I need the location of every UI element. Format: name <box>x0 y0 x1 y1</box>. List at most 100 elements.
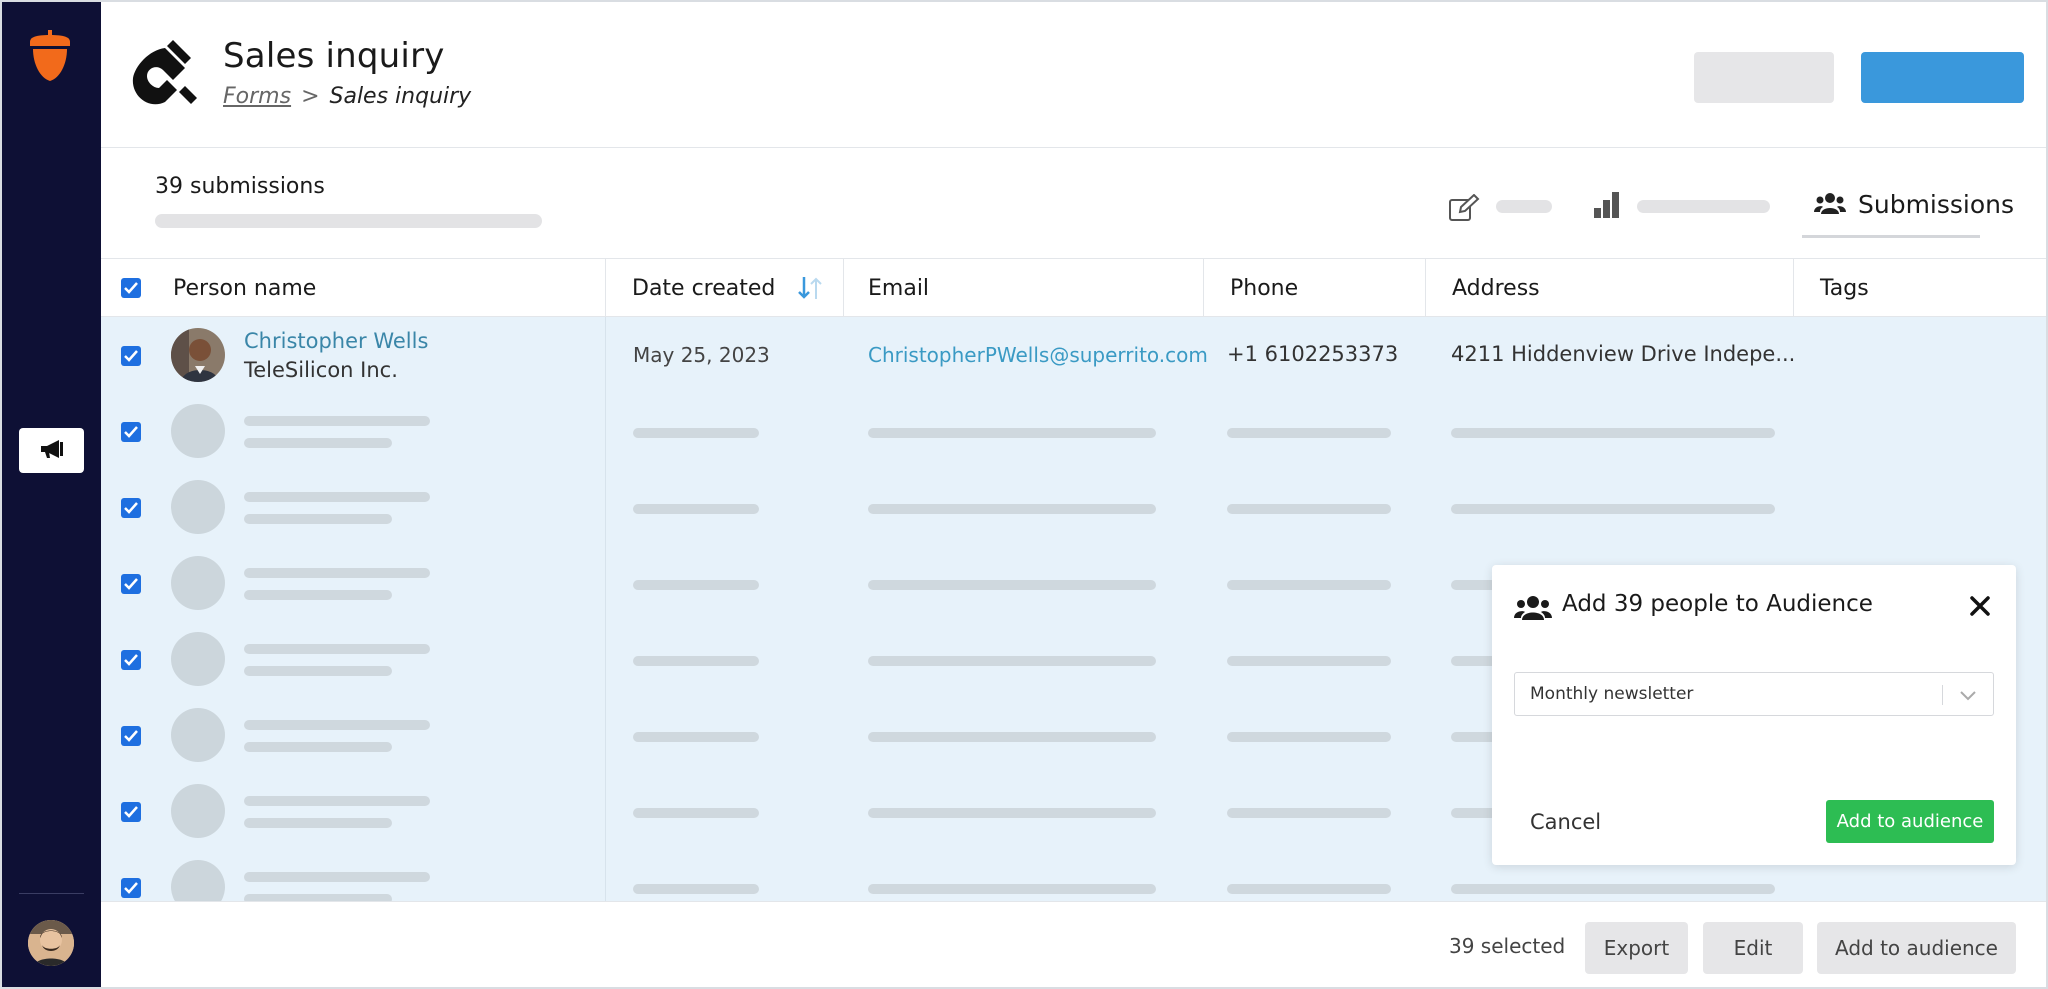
row-checkbox[interactable] <box>121 802 141 822</box>
tab-stats-placeholder[interactable] <box>1637 200 1770 213</box>
select-divider <box>1942 685 1943 705</box>
name-placeholder <box>244 492 430 502</box>
primary-action-button[interactable] <box>1861 52 2024 103</box>
date-created-cell: May 25, 2023 <box>633 343 770 367</box>
phone-placeholder <box>1227 428 1391 438</box>
company-placeholder <box>244 742 392 752</box>
company-placeholder <box>244 818 392 828</box>
email-placeholder <box>868 884 1156 894</box>
date-placeholder <box>633 580 759 590</box>
phone-placeholder <box>1227 884 1391 894</box>
name-placeholder <box>244 720 430 730</box>
row-checkbox[interactable] <box>121 346 141 366</box>
row-checkbox[interactable] <box>121 422 141 442</box>
audience-select[interactable]: Monthly newsletter <box>1514 672 1994 716</box>
date-placeholder <box>633 428 759 438</box>
person-name-link[interactable]: Christopher Wells <box>244 329 428 353</box>
edit-button[interactable]: Edit <box>1703 922 1803 974</box>
row-checkbox[interactable] <box>121 726 141 746</box>
date-placeholder <box>633 884 759 894</box>
address-placeholder <box>1451 884 1775 894</box>
audience-select-value: Monthly newsletter <box>1530 684 1694 704</box>
breadcrumb-link-forms[interactable]: Forms <box>223 84 291 109</box>
row-checkbox[interactable] <box>121 574 141 594</box>
close-icon[interactable] <box>1967 593 1993 619</box>
sidebar-divider <box>19 893 84 894</box>
name-placeholder <box>244 872 430 882</box>
phone-placeholder <box>1227 656 1391 666</box>
add-to-audience-dialog: Add 39 people to Audience Monthly newsle… <box>1492 565 2016 865</box>
avatar-placeholder <box>171 632 225 686</box>
table-row[interactable]: Christopher Wells TeleSilicon Inc. May 2… <box>101 317 2046 393</box>
confirm-add-to-audience-button[interactable]: Add to audience <box>1826 800 1994 843</box>
sidebar <box>2 2 101 987</box>
table-header: Person name Date created Email Phone Add… <box>101 259 2046 317</box>
phone-cell: +1 6102253373 <box>1227 342 1399 366</box>
email-link[interactable]: ChristopherPWells@superrito.com <box>868 343 1208 367</box>
column-header-phone[interactable]: Phone <box>1203 259 1425 317</box>
avatar-placeholder <box>171 404 225 458</box>
column-header-email[interactable]: Email <box>843 259 1203 317</box>
export-button[interactable]: Export <box>1585 922 1688 974</box>
column-header-tags[interactable]: Tags <box>1793 259 2046 317</box>
date-placeholder <box>633 504 759 514</box>
row-checkbox[interactable] <box>121 650 141 670</box>
user-avatar[interactable] <box>28 920 74 966</box>
sort-icon[interactable] <box>796 275 824 307</box>
dialog-title: Add 39 people to Audience <box>1562 591 1873 617</box>
company-placeholder <box>244 514 392 524</box>
phone-placeholder <box>1227 732 1391 742</box>
email-placeholder <box>868 732 1156 742</box>
email-placeholder <box>868 504 1156 514</box>
avatar-placeholder <box>171 480 225 534</box>
add-to-audience-button[interactable]: Add to audience <box>1817 922 2016 974</box>
phone-placeholder <box>1227 504 1391 514</box>
row-checkbox[interactable] <box>121 878 141 898</box>
person-company: TeleSilicon Inc. <box>244 358 398 382</box>
row-checkbox[interactable] <box>121 498 141 518</box>
select-all-checkbox[interactable] <box>121 278 141 298</box>
submission-count: 39 submissions <box>155 174 325 199</box>
acorn-icon[interactable] <box>26 28 74 84</box>
table-row[interactable] <box>101 469 2046 545</box>
bar-chart-icon[interactable] <box>1592 190 1622 220</box>
name-placeholder <box>244 416 430 426</box>
magnet-icon <box>127 40 197 110</box>
people-icon <box>1514 594 1552 622</box>
megaphone-icon <box>39 439 65 463</box>
cancel-button[interactable]: Cancel <box>1530 810 1601 834</box>
campaigns-nav-button[interactable] <box>19 428 84 473</box>
loading-placeholder-bar <box>155 214 542 228</box>
date-placeholder <box>633 808 759 818</box>
app-window: Sales inquiry Forms > Sales inquiry 39 sub… <box>0 0 2048 989</box>
edit-icon[interactable] <box>1448 193 1480 222</box>
column-header-name[interactable]: Person name <box>173 259 405 317</box>
breadcrumb: Forms > Sales inquiry <box>223 84 471 109</box>
chevron-down-icon[interactable] <box>1957 685 1979 705</box>
name-placeholder <box>244 568 430 578</box>
breadcrumb-separator: > <box>301 84 320 109</box>
email-placeholder <box>868 428 1156 438</box>
address-cell: 4211 Hiddenview Drive Indepe... <box>1451 342 1796 366</box>
address-placeholder <box>1451 428 1775 438</box>
table-row[interactable] <box>101 393 2046 469</box>
company-placeholder <box>244 666 392 676</box>
address-placeholder <box>1451 504 1775 514</box>
person-avatar <box>171 328 225 382</box>
submissions-toolbar: 39 submissions Submissions <box>101 148 2046 259</box>
secondary-action-button[interactable] <box>1694 52 1834 103</box>
column-header-address[interactable]: Address <box>1425 259 1793 317</box>
phone-placeholder <box>1227 580 1391 590</box>
bulk-action-bar: 39 selected Export Edit Add to audience <box>101 901 2046 987</box>
column-header-date-label: Date created <box>632 275 776 301</box>
avatar-placeholder <box>171 556 225 610</box>
name-placeholder <box>244 796 430 806</box>
phone-placeholder <box>1227 808 1391 818</box>
page-header: Sales inquiry Forms > Sales inquiry <box>101 2 2046 148</box>
date-placeholder <box>633 656 759 666</box>
breadcrumb-current: Sales inquiry <box>329 84 472 109</box>
tab-submissions[interactable]: Submissions <box>1802 178 2014 238</box>
avatar-placeholder <box>171 708 225 762</box>
tab-edit-placeholder[interactable] <box>1496 200 1552 213</box>
column-header-date[interactable]: Date created <box>605 259 843 317</box>
